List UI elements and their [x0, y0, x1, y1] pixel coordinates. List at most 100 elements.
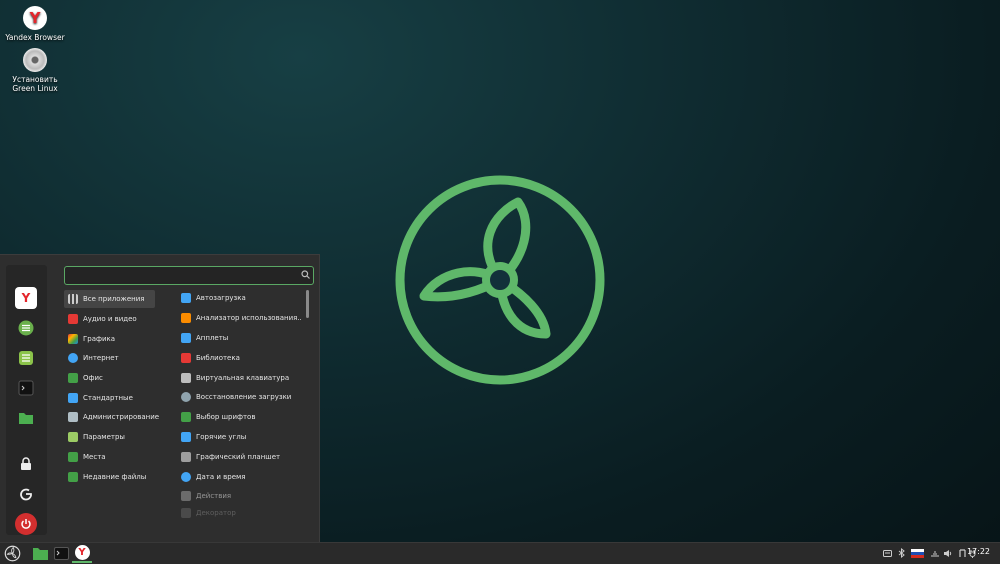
- category-administration[interactable]: Администрирование: [64, 408, 159, 426]
- favorite-terminal[interactable]: [15, 377, 37, 399]
- terminal-icon: [18, 380, 34, 396]
- category-internet[interactable]: Интернет: [64, 349, 155, 367]
- logout-icon: [20, 488, 32, 501]
- shutdown-button[interactable]: [15, 513, 37, 535]
- search-icon[interactable]: [301, 270, 310, 279]
- taskbar-files[interactable]: [31, 544, 49, 563]
- terminal-icon: [53, 547, 69, 560]
- app-font-selection[interactable]: Выбор шрифтов: [177, 408, 302, 426]
- admin-icon: [68, 412, 78, 422]
- favorite-files[interactable]: [15, 407, 37, 429]
- category-recent-files[interactable]: Недавние файлы: [64, 468, 155, 486]
- taskbar-yandex-browser[interactable]: Y: [72, 544, 92, 563]
- category-places[interactable]: Места: [64, 448, 155, 466]
- category-label: Параметры: [83, 433, 125, 441]
- app-label: Восстановление загрузки: [196, 393, 292, 401]
- app-label: Автозагрузка: [196, 294, 246, 302]
- favorite-yandex-browser[interactable]: Y: [15, 287, 37, 309]
- app-label: Апплеты: [196, 334, 229, 342]
- category-office[interactable]: Офис: [64, 369, 155, 387]
- apps-scrollbar[interactable]: [306, 290, 309, 318]
- desktop-icon-label: Установить Green Linux: [12, 75, 58, 93]
- yandex-browser-icon: Y: [74, 545, 90, 560]
- category-label: Графика: [83, 335, 116, 343]
- app-disk-usage-analyzer[interactable]: Анализатор использования...: [177, 309, 302, 327]
- volume-icon: [944, 549, 952, 557]
- app-applets[interactable]: Апплеты: [177, 329, 302, 347]
- favorite-settings[interactable]: [15, 347, 37, 369]
- volume-tray-icon[interactable]: [943, 548, 953, 558]
- category-accessories[interactable]: Стандартные: [64, 389, 155, 407]
- app-label: Анализатор использования...: [196, 314, 302, 322]
- bluetooth-tray-icon[interactable]: [896, 548, 906, 558]
- app-startup-applications[interactable]: Автозагрузка: [177, 289, 302, 307]
- hot-corners-icon: [181, 432, 191, 442]
- category-all-applications[interactable]: Все приложения: [64, 290, 155, 308]
- app-label: Горячие углы: [196, 433, 247, 441]
- clock-icon: [181, 472, 191, 482]
- grid-icon: [68, 294, 78, 304]
- network-icon: [931, 551, 939, 557]
- palette-icon: [68, 334, 78, 344]
- taskbar-terminal[interactable]: [52, 544, 70, 563]
- app-label: Действия: [196, 492, 232, 500]
- menu-search-box[interactable]: [64, 266, 314, 285]
- category-label: Администрирование: [83, 413, 160, 421]
- app-graphics-tablet[interactable]: Графический планшет: [177, 448, 302, 466]
- category-label: Недавние файлы: [83, 473, 147, 481]
- app-decorator[interactable]: Декоратор: [177, 507, 302, 519]
- boot-repair-icon: [181, 392, 191, 402]
- category-label: Места: [83, 453, 106, 461]
- app-label: Выбор шрифтов: [196, 413, 256, 421]
- folder-icon: [68, 472, 78, 482]
- network-tray-icon[interactable]: [930, 548, 940, 558]
- category-audio-video[interactable]: Аудио и видео: [64, 310, 155, 328]
- startup-icon: [181, 293, 191, 303]
- power-icon: [21, 519, 31, 529]
- app-onscreen-keyboard[interactable]: Виртуальная клавиатура: [177, 369, 302, 387]
- desktop-icon-install-green-linux[interactable]: Установить Green Linux: [0, 48, 70, 93]
- keyboard-tray-icon[interactable]: [882, 548, 892, 558]
- settings-icon: [19, 351, 33, 365]
- disc-icon: [23, 48, 47, 72]
- category-preferences[interactable]: Параметры: [64, 428, 155, 446]
- logout-button[interactable]: [15, 483, 37, 505]
- favorites-bar: Y: [6, 265, 47, 535]
- disk-usage-icon: [181, 313, 191, 323]
- folder-icon: [68, 452, 78, 462]
- favorite-software-manager[interactable]: [15, 317, 37, 339]
- green-linux-logo: [395, 175, 605, 385]
- applets-icon: [181, 333, 191, 343]
- search-input[interactable]: [69, 268, 294, 282]
- decorator-icon: [181, 508, 191, 518]
- category-label: Аудио и видео: [83, 315, 137, 323]
- menu-button[interactable]: [1, 544, 23, 563]
- desktop-icon-yandex-browser[interactable]: Y Yandex Browser: [0, 6, 70, 42]
- green-linux-menu-icon: [4, 545, 20, 562]
- app-hot-corners[interactable]: Горячие углы: [177, 428, 302, 446]
- keyboard-icon: [181, 373, 191, 383]
- actions-icon: [181, 491, 191, 501]
- app-date-time[interactable]: Дата и время: [177, 468, 302, 486]
- category-label: Стандартные: [83, 394, 133, 402]
- keyboard-layout-flag[interactable]: [910, 548, 924, 558]
- notifications-icon: [958, 548, 966, 557]
- category-label: Офис: [83, 374, 103, 382]
- notifications-tray-icon[interactable]: [957, 548, 967, 558]
- app-boot-repair[interactable]: Восстановление загрузки: [177, 388, 302, 406]
- app-library[interactable]: Библиотека: [177, 349, 302, 367]
- tablet-icon: [181, 452, 191, 462]
- app-label: Дата и время: [196, 473, 246, 481]
- russian-flag-icon: [910, 548, 924, 558]
- app-actions[interactable]: Действия: [177, 487, 302, 505]
- play-icon: [68, 314, 78, 324]
- desktop-icon-label: Yandex Browser: [5, 33, 65, 42]
- panel-clock[interactable]: 17:22: [967, 547, 990, 556]
- bluetooth-icon: [898, 548, 905, 558]
- lock-screen-button[interactable]: [15, 453, 37, 475]
- yandex-browser-icon: Y: [21, 291, 31, 305]
- cloud-icon: [68, 353, 78, 363]
- software-manager-icon: [18, 320, 34, 336]
- keyboard-icon: [882, 549, 892, 557]
- category-graphics[interactable]: Графика: [64, 330, 155, 348]
